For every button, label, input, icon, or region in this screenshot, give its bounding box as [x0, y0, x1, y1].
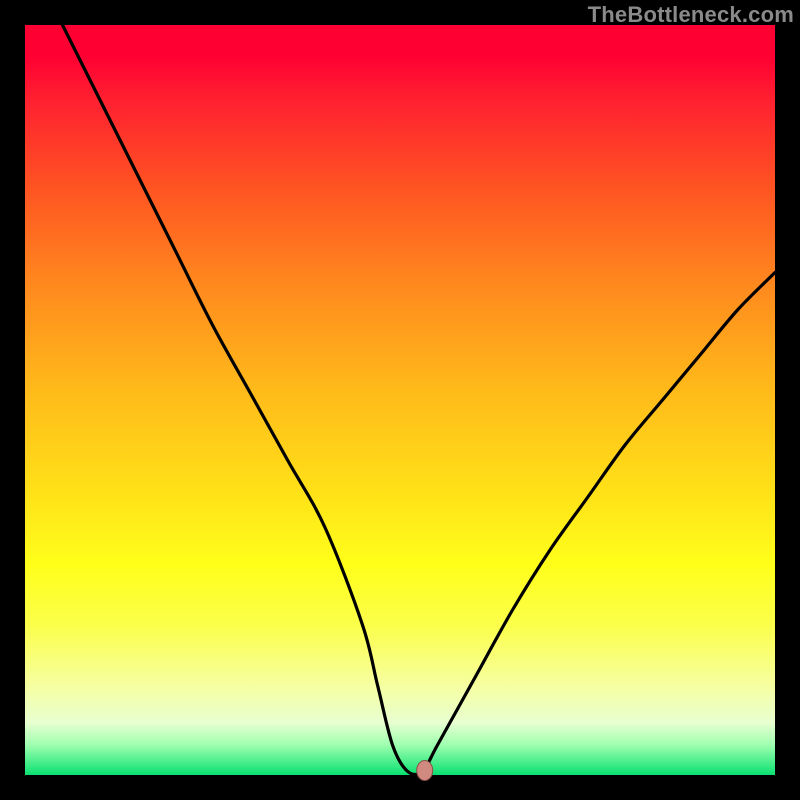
- chart-frame: TheBottleneck.com: [0, 0, 800, 800]
- marker-dot: [417, 761, 433, 781]
- chart-svg: [25, 25, 775, 775]
- curve-path: [63, 25, 776, 775]
- plot-area: [25, 25, 775, 775]
